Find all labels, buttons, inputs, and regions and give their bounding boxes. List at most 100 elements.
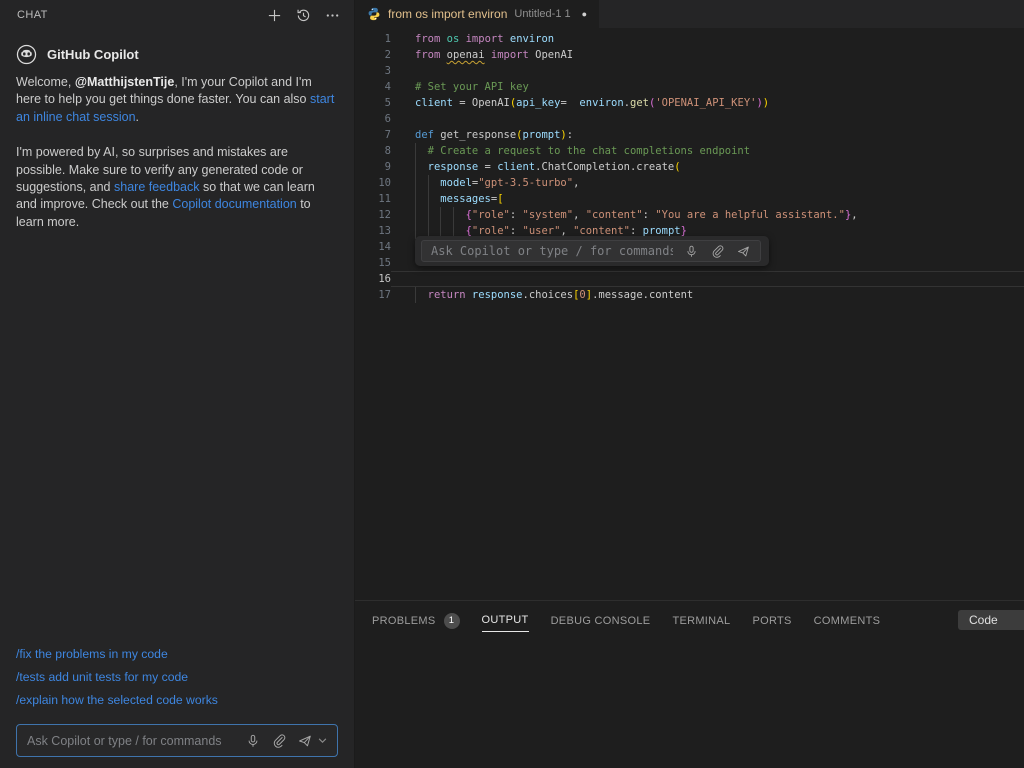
chevron-down-icon[interactable] [318, 736, 327, 745]
inline-chat-input[interactable]: Ask Copilot or type / for commands [421, 240, 761, 262]
line-number: 2 [355, 47, 391, 63]
slash-command-link[interactable]: /explain how the selected code works [16, 693, 338, 707]
history-icon[interactable] [295, 7, 311, 23]
python-icon [367, 7, 381, 21]
indent-guide [415, 191, 416, 207]
panel-tab-ports[interactable]: PORTS [752, 615, 791, 632]
microphone-icon[interactable] [245, 733, 260, 748]
send-icon[interactable] [297, 733, 312, 748]
panel-tab-comments[interactable]: COMMENTS [814, 615, 881, 632]
panel-tab-terminal[interactable]: TERMINAL [672, 615, 730, 632]
panel-tab-bar: PROBLEMS1 OUTPUT DEBUG CONSOLE TERMINAL PORT… [355, 601, 1024, 635]
indent-guide [428, 191, 429, 207]
welcome-message: Welcome, @MatthijstenTije, I'm your Copi… [16, 74, 338, 126]
chat-input-placeholder: Ask Copilot or type / for commands [27, 734, 234, 748]
line-number: 5 [355, 95, 391, 111]
slash-command-link[interactable]: /fix the problems in my code [16, 647, 338, 661]
panel-tab-output[interactable]: OUTPUT [482, 614, 529, 632]
line-content [391, 111, 1024, 127]
line-content: model="gpt-3.5-turbo", [391, 175, 1024, 191]
unsaved-changes-indicator[interactable]: ● [582, 9, 587, 19]
code-line: 8 # Create a request to the chat complet… [355, 143, 1024, 159]
line-content [391, 271, 1024, 287]
code-line: 4# Set your API key [355, 79, 1024, 95]
chat-input[interactable]: Ask Copilot or type / for commands [16, 724, 338, 757]
vscode-window: CHAT GitHub Copilot Welcome, @Matthijste… [0, 0, 1024, 768]
text-link[interactable]: share feedback [114, 180, 199, 194]
bottom-panel: PROBLEMS1 OUTPUT DEBUG CONSOLE TERMINAL PORT… [355, 600, 1024, 768]
inline-chat-placeholder: Ask Copilot or type / for commands [431, 244, 673, 258]
disclaimer-message: I'm powered by AI, so surprises and mist… [16, 144, 338, 231]
line-content [391, 63, 1024, 79]
line-content: return response.choices[0].message.conte… [391, 287, 1024, 303]
code-editor[interactable]: 1from os import environ2from openai impo… [355, 28, 1024, 600]
microphone-icon[interactable] [684, 244, 699, 259]
new-chat-icon[interactable] [266, 7, 282, 23]
assistant-name: GitHub Copilot [47, 47, 139, 62]
panel-tab-problems[interactable]: PROBLEMS1 [372, 613, 460, 634]
code-line: 1from os import environ [355, 31, 1024, 47]
chat-panel-title: CHAT [17, 9, 48, 21]
tab-title: from os import environ [388, 7, 507, 21]
line-number: 11 [355, 191, 391, 207]
indent-guide [428, 175, 429, 191]
chat-sidebar: CHAT GitHub Copilot Welcome, @Matthijste… [0, 0, 355, 768]
attachment-icon[interactable] [710, 244, 725, 259]
chat-panel-header: CHAT [0, 0, 354, 30]
indent-guide [428, 207, 429, 223]
line-number: 16 [355, 271, 391, 287]
code-line: 12 {"role": "system", "content": "You ar… [355, 207, 1024, 223]
assistant-header: GitHub Copilot [0, 44, 354, 65]
line-number: 13 [355, 223, 391, 239]
indent-guide [453, 207, 454, 223]
chat-panel-actions [266, 7, 340, 23]
indent-guide [440, 207, 441, 223]
tab-description: Untitled-1 1 [514, 8, 570, 20]
code-line: 5client = OpenAI(api_key= environ.get('O… [355, 95, 1024, 111]
line-number: 15 [355, 255, 391, 271]
line-content: from os import environ [391, 31, 1024, 47]
code-line: 11 messages=[ [355, 191, 1024, 207]
line-number: 6 [355, 111, 391, 127]
code-line: 2from openai import OpenAI [355, 47, 1024, 63]
line-number: 9 [355, 159, 391, 175]
code-line: 3 [355, 63, 1024, 79]
panel-tab-debug-console[interactable]: DEBUG CONSOLE [551, 615, 651, 632]
output-channel-select[interactable]: Code [958, 610, 1024, 630]
indent-guide [415, 207, 416, 223]
code-line: 16 [355, 271, 1024, 287]
line-content: client = OpenAI(api_key= environ.get('OP… [391, 95, 1024, 111]
line-number: 1 [355, 31, 391, 47]
indent-guide [415, 175, 416, 191]
editor-area: from os import environ Untitled-1 1 ● 1f… [355, 0, 1024, 768]
inline-chat-widget: Ask Copilot or type / for commands [415, 236, 769, 266]
code-line: 7def get_response(prompt): [355, 127, 1024, 143]
line-content: from openai import OpenAI [391, 47, 1024, 63]
line-content: # Create a request to the chat completio… [391, 143, 1024, 159]
line-number: 8 [355, 143, 391, 159]
slash-command-link[interactable]: /tests add unit tests for my code [16, 670, 338, 684]
send-icon[interactable] [736, 244, 751, 259]
attachment-icon[interactable] [271, 733, 286, 748]
code-line: 10 model="gpt-3.5-turbo", [355, 175, 1024, 191]
line-content: response = client.ChatCompletion.create( [391, 159, 1024, 175]
slash-command-suggestions: /fix the problems in my code/tests add u… [0, 647, 354, 716]
line-number: 3 [355, 63, 391, 79]
output-channel-value: Code [969, 613, 998, 627]
line-number: 12 [355, 207, 391, 223]
indent-guide [415, 287, 416, 303]
code-line: 17 return response.choices[0].message.co… [355, 287, 1024, 303]
line-number: 7 [355, 127, 391, 143]
problems-count-badge: 1 [444, 613, 460, 629]
text-link[interactable]: Copilot documentation [172, 197, 296, 211]
editor-tab[interactable]: from os import environ Untitled-1 1 ● [355, 0, 599, 28]
code-line: 6 [355, 111, 1024, 127]
indent-guide [415, 143, 416, 159]
line-number: 14 [355, 239, 391, 255]
line-content: messages=[ [391, 191, 1024, 207]
line-number: 10 [355, 175, 391, 191]
line-content: def get_response(prompt): [391, 127, 1024, 143]
line-content: {"role": "system", "content": "You are a… [391, 207, 1024, 223]
line-content: # Set your API key [391, 79, 1024, 95]
more-actions-icon[interactable] [324, 7, 340, 23]
